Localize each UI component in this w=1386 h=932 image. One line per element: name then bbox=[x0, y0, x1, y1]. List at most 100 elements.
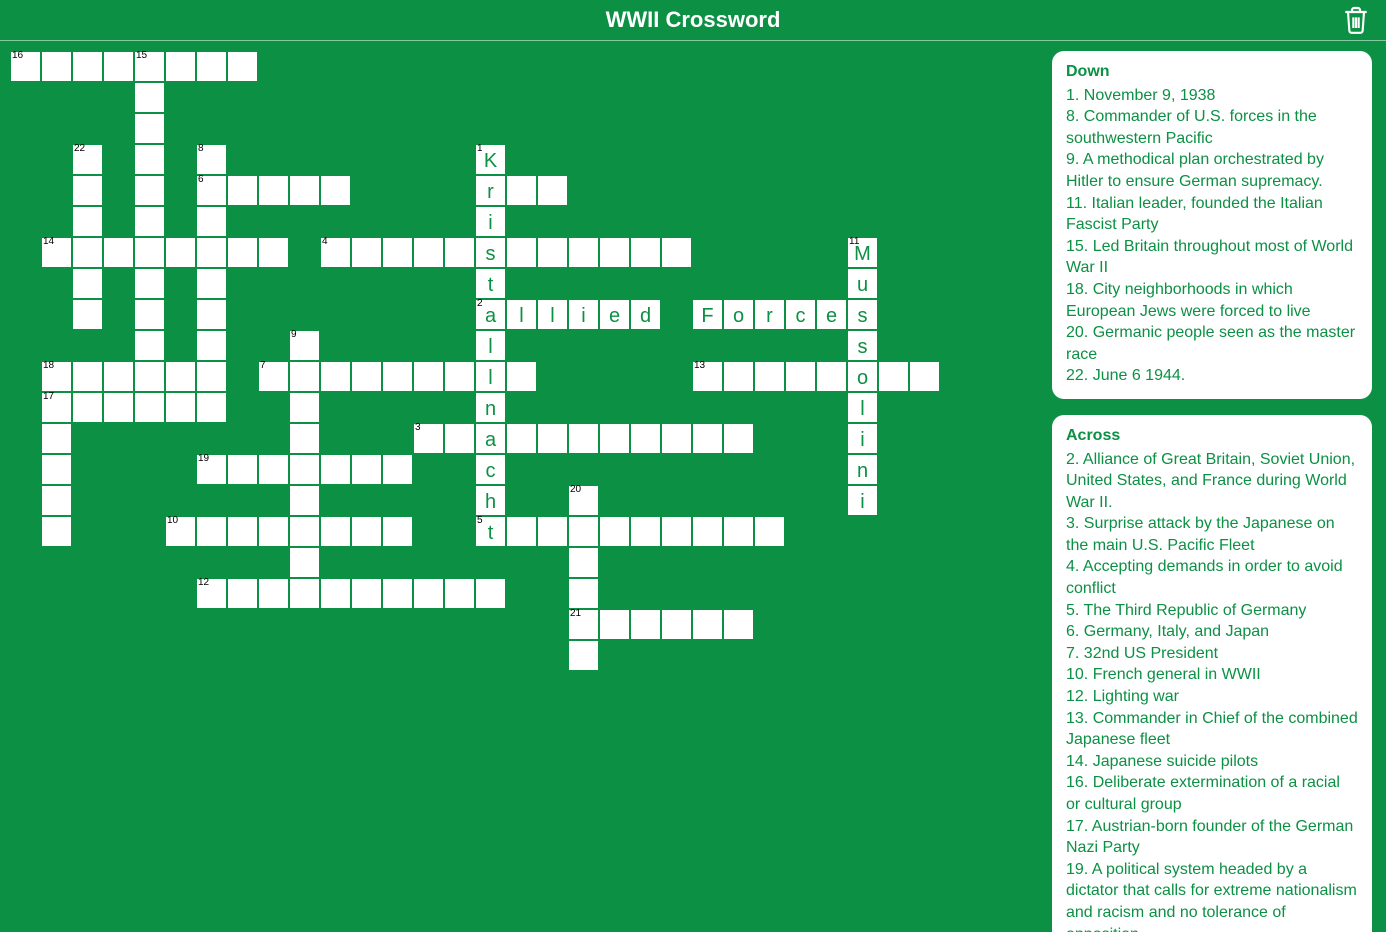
crossword-cell[interactable]: 7 bbox=[258, 361, 289, 392]
crossword-cell[interactable] bbox=[661, 237, 692, 268]
crossword-cell[interactable] bbox=[351, 516, 382, 547]
crossword-cell[interactable]: 20 bbox=[568, 485, 599, 516]
crossword-cell[interactable] bbox=[134, 82, 165, 113]
crossword-cell[interactable] bbox=[444, 237, 475, 268]
crossword-cell[interactable] bbox=[630, 423, 661, 454]
crossword-cell[interactable] bbox=[630, 516, 661, 547]
crossword-cell[interactable] bbox=[196, 361, 227, 392]
crossword-cell[interactable]: c bbox=[785, 299, 816, 330]
crossword-cell[interactable] bbox=[134, 392, 165, 423]
crossword-cell[interactable] bbox=[165, 361, 196, 392]
crossword-cell[interactable]: 13 bbox=[692, 361, 723, 392]
crossword-cell[interactable] bbox=[723, 516, 754, 547]
clue-item[interactable]: 10. French general in WWII bbox=[1066, 664, 1358, 686]
crossword-cell[interactable]: 1K bbox=[475, 144, 506, 175]
clue-item[interactable]: 7. 32nd US President bbox=[1066, 643, 1358, 665]
crossword-cell[interactable] bbox=[351, 578, 382, 609]
crossword-cell[interactable] bbox=[72, 51, 103, 82]
crossword-cell[interactable]: F bbox=[692, 299, 723, 330]
crossword-cell[interactable] bbox=[506, 175, 537, 206]
crossword-cell[interactable] bbox=[196, 516, 227, 547]
crossword-cell[interactable]: 5t bbox=[475, 516, 506, 547]
crossword-cell[interactable]: 4 bbox=[320, 237, 351, 268]
crossword-cell[interactable]: 21 bbox=[568, 609, 599, 640]
crossword-cell[interactable]: 16 bbox=[10, 51, 41, 82]
clue-item[interactable]: 11. Italian leader, founded the Italian … bbox=[1066, 193, 1358, 236]
clue-item[interactable]: 15. Led Britain throughout most of World… bbox=[1066, 236, 1358, 279]
crossword-cell[interactable] bbox=[289, 423, 320, 454]
crossword-cell[interactable]: n bbox=[475, 392, 506, 423]
crossword-cell[interactable] bbox=[289, 578, 320, 609]
crossword-cell[interactable]: a bbox=[475, 423, 506, 454]
crossword-cell[interactable] bbox=[568, 578, 599, 609]
crossword-cell[interactable]: 18 bbox=[41, 361, 72, 392]
crossword-cell[interactable] bbox=[382, 454, 413, 485]
clue-item[interactable]: 3. Surprise attack by the Japanese on th… bbox=[1066, 513, 1358, 556]
crossword-cell[interactable] bbox=[289, 175, 320, 206]
crossword-cell[interactable] bbox=[134, 237, 165, 268]
crossword-cell[interactable]: l bbox=[475, 361, 506, 392]
crossword-cell[interactable] bbox=[134, 361, 165, 392]
crossword-cell[interactable]: 14 bbox=[41, 237, 72, 268]
crossword-cell[interactable] bbox=[320, 578, 351, 609]
crossword-cell[interactable] bbox=[320, 454, 351, 485]
clue-item[interactable]: 6. Germany, Italy, and Japan bbox=[1066, 621, 1358, 643]
clue-item[interactable]: 17. Austrian-born founder of the German … bbox=[1066, 816, 1358, 859]
crossword-cell[interactable]: i bbox=[475, 206, 506, 237]
crossword-cell[interactable] bbox=[165, 51, 196, 82]
crossword-cell[interactable] bbox=[289, 516, 320, 547]
crossword-cell[interactable] bbox=[134, 113, 165, 144]
crossword-cell[interactable] bbox=[382, 237, 413, 268]
crossword-cell[interactable] bbox=[444, 361, 475, 392]
crossword-cell[interactable]: 6 bbox=[196, 175, 227, 206]
crossword-cell[interactable] bbox=[41, 454, 72, 485]
crossword-cell[interactable] bbox=[196, 330, 227, 361]
clue-item[interactable]: 12. Lighting war bbox=[1066, 686, 1358, 708]
crossword-cell[interactable]: s bbox=[847, 299, 878, 330]
crossword-cell[interactable] bbox=[134, 299, 165, 330]
crossword-cell[interactable]: l bbox=[475, 330, 506, 361]
crossword-cell[interactable] bbox=[41, 51, 72, 82]
crossword-cell[interactable] bbox=[599, 516, 630, 547]
crossword-cell[interactable] bbox=[506, 361, 537, 392]
crossword-cell[interactable] bbox=[692, 516, 723, 547]
clue-item[interactable]: 5. The Third Republic of Germany bbox=[1066, 600, 1358, 622]
crossword-cell[interactable] bbox=[196, 206, 227, 237]
trash-icon[interactable] bbox=[1340, 4, 1372, 36]
crossword-cell[interactable] bbox=[72, 237, 103, 268]
crossword-cell[interactable] bbox=[754, 516, 785, 547]
crossword-cell[interactable] bbox=[289, 547, 320, 578]
crossword-cell[interactable] bbox=[227, 578, 258, 609]
crossword-cell[interactable] bbox=[506, 516, 537, 547]
crossword-cell[interactable]: l bbox=[847, 392, 878, 423]
crossword-cell[interactable] bbox=[134, 175, 165, 206]
crossword-cell[interactable]: d bbox=[630, 299, 661, 330]
crossword-cell[interactable]: 2a bbox=[475, 299, 506, 330]
crossword-cell[interactable] bbox=[785, 361, 816, 392]
crossword-cell[interactable] bbox=[382, 516, 413, 547]
crossword-cell[interactable] bbox=[196, 392, 227, 423]
crossword-board[interactable]: 16152281K6ri144s11Mtu2alliedForces9ls187… bbox=[10, 51, 1020, 921]
crossword-cell[interactable] bbox=[289, 454, 320, 485]
crossword-cell[interactable] bbox=[196, 268, 227, 299]
crossword-cell[interactable] bbox=[413, 237, 444, 268]
crossword-cell[interactable] bbox=[258, 516, 289, 547]
clue-item[interactable]: 19. A political system headed by a dicta… bbox=[1066, 859, 1358, 932]
crossword-cell[interactable]: u bbox=[847, 268, 878, 299]
crossword-cell[interactable] bbox=[103, 361, 134, 392]
crossword-cell[interactable] bbox=[723, 361, 754, 392]
crossword-cell[interactable] bbox=[351, 361, 382, 392]
crossword-cell[interactable] bbox=[599, 423, 630, 454]
crossword-cell[interactable]: 17 bbox=[41, 392, 72, 423]
crossword-cell[interactable] bbox=[878, 361, 909, 392]
crossword-cell[interactable]: 11M bbox=[847, 237, 878, 268]
crossword-cell[interactable] bbox=[568, 516, 599, 547]
crossword-cell[interactable] bbox=[661, 423, 692, 454]
crossword-cell[interactable]: r bbox=[475, 175, 506, 206]
crossword-cell[interactable] bbox=[134, 268, 165, 299]
crossword-cell[interactable] bbox=[444, 578, 475, 609]
crossword-cell[interactable]: 3 bbox=[413, 423, 444, 454]
crossword-cell[interactable] bbox=[227, 454, 258, 485]
crossword-cell[interactable] bbox=[196, 237, 227, 268]
crossword-cell[interactable] bbox=[227, 237, 258, 268]
